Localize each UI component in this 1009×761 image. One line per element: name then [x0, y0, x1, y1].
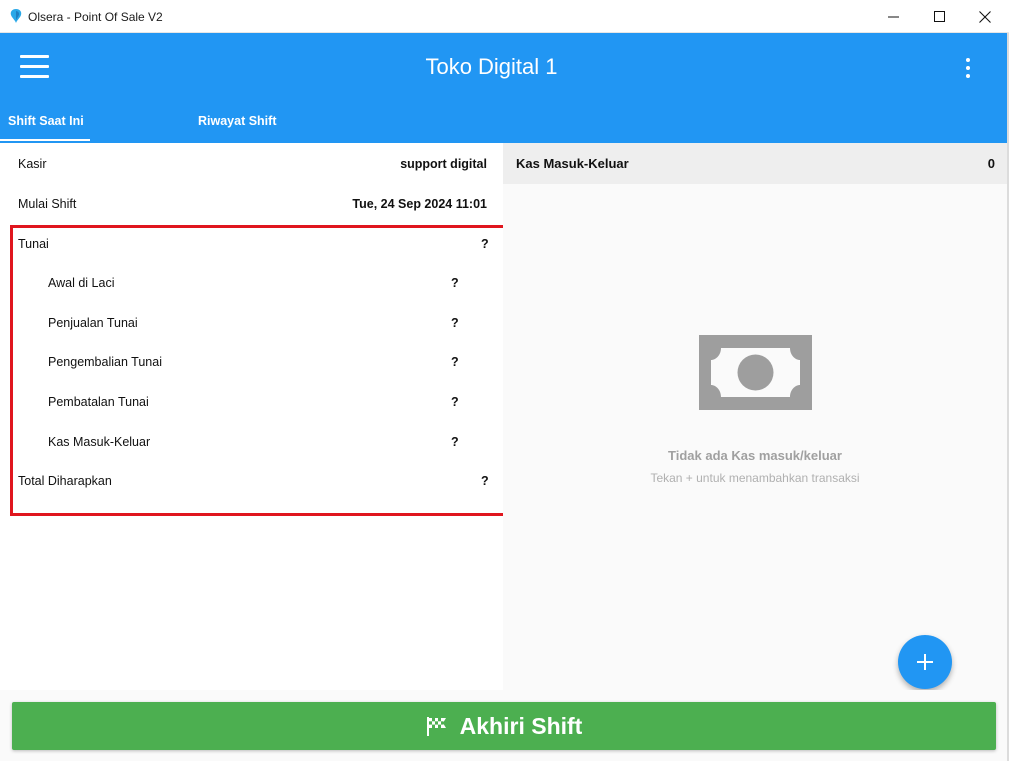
- shift-summary-panel: Kasir support digital Mulai Shift Tue, 2…: [0, 143, 503, 690]
- cash-label: Tunai: [18, 237, 49, 251]
- total-expected-row: Total Diharapkan ?: [0, 460, 503, 500]
- detail-label: Penjualan Tunai: [48, 316, 138, 330]
- empty-state-title: Tidak ada Kas masuk/keluar: [668, 448, 842, 463]
- app-bar: Toko Digital 1 Shift Saat Ini Riwayat Sh…: [0, 33, 1007, 143]
- add-cash-transaction-button[interactable]: [898, 635, 952, 689]
- cash-in-out-count: 0: [987, 156, 995, 171]
- more-options-icon[interactable]: [960, 57, 976, 79]
- empty-state-subtitle: Tekan + untuk menambahkan transaksi: [650, 471, 860, 485]
- window-title: Olsera - Point Of Sale V2: [28, 10, 163, 24]
- end-shift-label: Akhiri Shift: [459, 712, 583, 739]
- cash-row: Tunai ?: [0, 223, 503, 263]
- title-bar: Olsera - Point Of Sale V2: [0, 0, 1009, 33]
- cash-in-out-panel: Kas Masuk-Keluar 0 Tidak ada Kas masuk/k…: [503, 143, 1007, 690]
- maximize-button[interactable]: [916, 0, 962, 33]
- checkered-flag-icon: [426, 717, 446, 736]
- tab-shift-history[interactable]: Riwayat Shift: [198, 107, 277, 143]
- detail-value: ?: [451, 316, 459, 330]
- detail-value: ?: [451, 395, 459, 409]
- shift-start-row: Mulai Shift Tue, 24 Sep 2024 11:01: [0, 183, 503, 223]
- total-expected-value: ?: [481, 474, 489, 488]
- detail-row: Awal di Laci ?: [0, 262, 503, 302]
- tab-current-shift[interactable]: Shift Saat Ini: [0, 107, 90, 143]
- detail-row: Kas Masuk-Keluar ?: [0, 421, 503, 461]
- total-expected-label: Total Diharapkan: [18, 474, 112, 488]
- close-icon: [979, 10, 991, 23]
- cashier-row: Kasir support digital: [0, 143, 503, 183]
- plus-icon: [917, 654, 933, 670]
- store-title: Toko Digital 1: [425, 54, 558, 79]
- close-button[interactable]: [962, 0, 1008, 33]
- shift-start-value: Tue, 24 Sep 2024 11:01: [352, 197, 487, 211]
- detail-value: ?: [451, 276, 459, 290]
- minimize-button[interactable]: [870, 0, 916, 33]
- cashier-label: Kasir: [18, 157, 47, 171]
- maximize-icon: [933, 11, 945, 22]
- detail-label: Pembatalan Tunai: [48, 395, 149, 409]
- detail-row: Penjualan Tunai ?: [0, 302, 503, 342]
- cashier-value: support digital: [400, 157, 487, 171]
- detail-row: Pembatalan Tunai ?: [0, 381, 503, 421]
- olsera-logo-icon: [10, 9, 22, 23]
- end-shift-button[interactable]: Akhiri Shift: [12, 702, 996, 750]
- detail-value: ?: [451, 435, 459, 449]
- banknote-icon: [699, 335, 812, 410]
- app-window: Olsera - Point Of Sale V2 Toko Digital 1…: [0, 0, 1009, 761]
- bottom-bar: Akhiri Shift: [0, 690, 1007, 761]
- detail-label: Pengembalian Tunai: [48, 355, 162, 369]
- detail-value: ?: [451, 355, 459, 369]
- minimize-icon: [887, 16, 899, 18]
- detail-label: Kas Masuk-Keluar: [48, 435, 151, 449]
- cash-in-out-header: Kas Masuk-Keluar 0: [503, 143, 1007, 184]
- cash-in-out-title: Kas Masuk-Keluar: [516, 156, 629, 171]
- active-tab-indicator: [0, 139, 90, 141]
- shift-start-label: Mulai Shift: [18, 197, 77, 211]
- detail-label: Awal di Laci: [48, 276, 115, 290]
- detail-row: Pengembalian Tunai ?: [0, 341, 503, 381]
- cash-value: ?: [481, 237, 489, 251]
